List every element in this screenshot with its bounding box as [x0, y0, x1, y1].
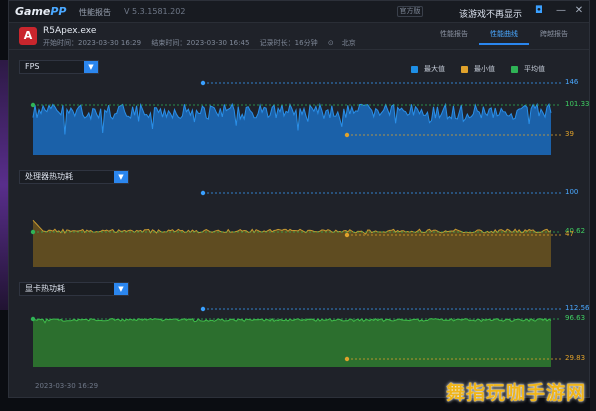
curve-area: [33, 318, 551, 367]
chart-legend: 最大值 最小值 平均值: [411, 64, 561, 74]
max-marker: [200, 190, 206, 196]
legend-swatch-avg: [511, 65, 518, 73]
official-button[interactable]: 官方版: [397, 6, 423, 17]
chevron-down-icon: ▼: [114, 171, 128, 183]
max-marker: [200, 306, 206, 312]
window-title: 性能报告: [79, 8, 111, 17]
min-marker: [344, 356, 350, 362]
dont-show-toggle[interactable]: 该游戏不再显示: [459, 7, 522, 20]
legend-swatch-max: [411, 65, 418, 73]
background-edge: [590, 0, 596, 411]
title-bar: GamePP 性能报告 V 5.3.1581.202 官方版 该游戏不再显示 ◘…: [9, 1, 589, 23]
watermark: 舞指玩咖手游网: [446, 382, 587, 404]
fps-min-label: 39: [565, 130, 574, 138]
metric-select-gpu[interactable]: 显卡热功耗 ▼: [19, 282, 129, 296]
legend-max: 最大值: [411, 64, 445, 74]
cpu-power-chart: [30, 190, 561, 267]
start-time: 开始时间：2023-03-30 16:29: [43, 39, 142, 47]
avg-marker: [30, 316, 36, 322]
exe-name: R5Apex.exe: [43, 26, 97, 36]
curve-plot: [30, 190, 561, 267]
gpu-min-label: 29.83: [565, 354, 586, 362]
fps-chart: [30, 80, 561, 155]
report-tabs: 性能报告 性能曲线 跨越报告: [429, 29, 579, 45]
gpu-avg-label: 96.63: [565, 314, 586, 322]
fps-max-label: 146: [565, 78, 579, 86]
legend-avg: 平均值: [511, 64, 545, 74]
gpu-max-label: 112.56: [565, 304, 590, 312]
chevron-down-icon: ▼: [114, 283, 128, 295]
tab-cross-report[interactable]: 跨越报告: [529, 29, 579, 45]
tab-performance-report[interactable]: 性能报告: [429, 29, 479, 45]
app-logo: GamePP: [15, 5, 67, 18]
metric-select-fps[interactable]: FPS ▼: [19, 60, 99, 74]
header-divider: [9, 49, 589, 50]
chevron-down-icon: ▼: [84, 61, 98, 73]
duration: 记录时长：16分钟: [259, 39, 318, 47]
min-marker: [344, 232, 350, 238]
avg-marker: [30, 102, 36, 108]
curve-area: [33, 220, 551, 267]
fps-avg-label: 101.33: [565, 100, 590, 108]
session-meta: 开始时间：2023-03-30 16:29 结束时间：2023-03-30 16…: [43, 38, 364, 48]
minimize-icon[interactable]: —: [555, 5, 567, 17]
max-marker: [200, 80, 206, 86]
version-label: V 5.3.1581.202: [124, 7, 186, 16]
cpu-min-label: 47: [565, 230, 574, 238]
gpu-power-chart: [30, 306, 561, 367]
curve-plot: [30, 80, 561, 155]
location-icon: ⊙: [327, 39, 334, 47]
report-window: GamePP 性能报告 V 5.3.1581.202 官方版 该游戏不再显示 ◘…: [8, 0, 590, 398]
apex-app-icon: A: [19, 27, 37, 45]
location: 北京: [341, 39, 356, 47]
footer-date: 2023-03-30 16:29: [35, 382, 99, 390]
min-marker: [344, 132, 350, 138]
cpu-max-label: 100: [565, 188, 579, 196]
tab-performance-curve[interactable]: 性能曲线: [479, 29, 529, 45]
end-time: 结束时间：2023-03-30 16:45: [151, 39, 250, 47]
legend-swatch-min: [461, 65, 468, 73]
camera-icon[interactable]: ◘: [533, 5, 545, 17]
metric-select-cpu[interactable]: 处理器热功耗 ▼: [19, 170, 129, 184]
curve-plot: [30, 306, 561, 367]
close-icon[interactable]: ✕: [573, 5, 585, 17]
avg-marker: [30, 229, 36, 235]
legend-min: 最小值: [461, 64, 495, 74]
